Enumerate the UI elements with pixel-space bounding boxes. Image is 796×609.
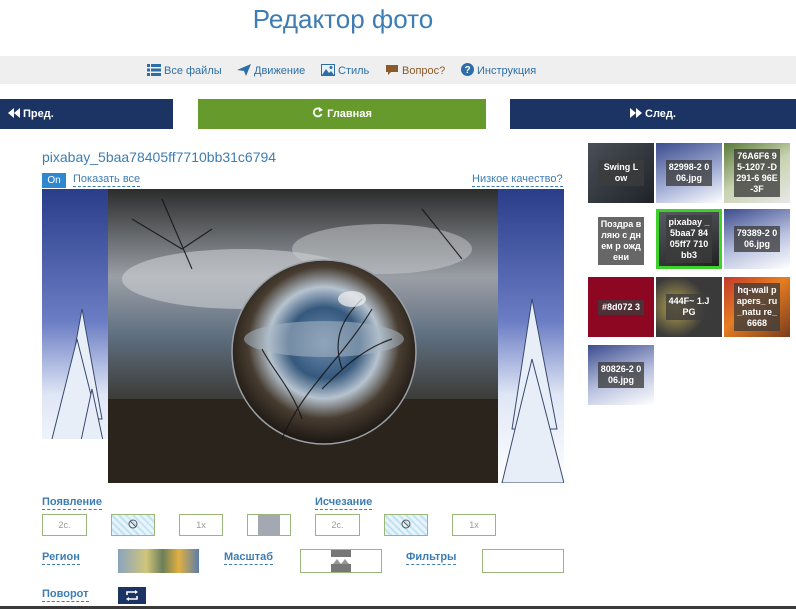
home-button-label: Главная <box>327 108 372 120</box>
disappear-effect-none[interactable] <box>384 514 428 536</box>
photo-preview[interactable] <box>42 189 564 483</box>
thumbnail-item[interactable]: 76A6F6 95-1207 -D291-6 96E-3F <box>724 143 790 203</box>
next-button-label: След. <box>645 108 676 120</box>
scale-icon <box>331 550 351 572</box>
preview-image <box>42 189 564 483</box>
region-preview[interactable] <box>118 549 199 573</box>
menu-question[interactable]: Вопрос? <box>385 63 445 79</box>
menu-all-files[interactable]: Все файлы <box>147 63 222 79</box>
low-quality-link[interactable]: Низкое качество? <box>472 173 563 187</box>
refresh-icon <box>312 107 324 121</box>
next-button[interactable]: След. <box>510 99 796 129</box>
scale-preview[interactable] <box>300 549 382 573</box>
filters-preview[interactable] <box>482 549 564 573</box>
help-icon: ? <box>461 63 474 79</box>
thumbnail-item[interactable]: 82998-2 006.jpg <box>656 143 722 203</box>
thumbnail-item[interactable]: hq-wall papers_ ru_natu re_6668 <box>724 277 790 337</box>
chat-icon <box>385 64 399 79</box>
rotate-button[interactable] <box>118 587 146 604</box>
thumbnail-item[interactable]: 444F~ 1.JPG <box>656 277 722 337</box>
menu-motion-label: Движение <box>254 65 306 77</box>
thumbnail-caption: 79389-2 006.jpg <box>734 226 780 252</box>
fast-forward-icon <box>630 107 642 121</box>
thumbnail-item-selected[interactable]: pixabay _5baa7 8405ff7 710bb3 <box>656 209 722 269</box>
region-label[interactable]: Регион <box>42 551 80 565</box>
thumbnail-caption: Swing L ow <box>598 160 644 186</box>
prev-button-label: Пред. <box>23 108 54 120</box>
thumbnail-item[interactable]: #8d072 3 <box>588 277 654 337</box>
thumbnail-item[interactable]: Поздра вляю с днем р ождени <box>588 211 654 271</box>
scale-label[interactable]: Масштаб <box>224 551 274 565</box>
thumbnail-item[interactable]: Swing L ow <box>588 143 654 203</box>
disappear-speed[interactable]: 1x <box>452 514 496 536</box>
menu-all-files-label: Все файлы <box>164 65 222 77</box>
thumbnail-caption: pixabay _5baa7 8405ff7 710bb3 <box>666 215 712 263</box>
rotate-icon <box>126 590 138 601</box>
appear-speed[interactable]: 1x <box>179 514 223 536</box>
page-title: Редактор фото <box>252 4 434 34</box>
no-entry-icon <box>401 519 411 531</box>
top-menu: Все файлы Движение Стиль Вопрос? ? Инстр… <box>0 56 796 84</box>
image-icon <box>321 63 335 79</box>
send-icon <box>237 63 251 79</box>
menu-style-label: Стиль <box>338 65 370 77</box>
color-swatch <box>258 515 280 535</box>
menu-style[interactable]: Стиль <box>321 63 369 79</box>
disappear-label[interactable]: Исчезание <box>315 496 373 510</box>
menu-instructions[interactable]: ? Инструкция <box>461 63 536 79</box>
home-button[interactable]: Главная <box>198 99 486 129</box>
thumbnail-caption: 82998-2 006.jpg <box>666 160 712 186</box>
thumbnail-caption: #8d072 3 <box>598 299 644 315</box>
disappear-duration[interactable]: 2с. <box>315 514 360 536</box>
on-toggle[interactable]: On <box>42 173 66 188</box>
photo-filename: pixabay_5baa78405ff7710bb31c6794 <box>42 149 277 165</box>
filters-label[interactable]: Фильтры <box>406 551 457 565</box>
thumbnail-caption: 80826-2 006.jpg <box>598 362 644 388</box>
svg-text:?: ? <box>464 65 470 76</box>
thumbnail-item[interactable]: 79389-2 006.jpg <box>724 209 790 269</box>
thumbnail-caption: Поздра вляю с днем р ождени <box>598 217 644 265</box>
menu-motion[interactable]: Движение <box>237 63 305 79</box>
show-all-link[interactable]: Показать все <box>73 173 141 187</box>
menu-question-label: Вопрос? <box>402 65 446 77</box>
prev-button[interactable]: Пред. <box>0 99 173 129</box>
thumbnail-item[interactable]: 80826-2 006.jpg <box>588 345 654 405</box>
menu-instructions-label: Инструкция <box>477 65 537 77</box>
thumbnail-caption: hq-wall papers_ ru_natu re_6668 <box>734 283 780 331</box>
appear-duration[interactable]: 2с. <box>42 514 87 536</box>
appear-label[interactable]: Появление <box>42 496 103 510</box>
appear-effect-none[interactable] <box>111 514 155 536</box>
appear-color[interactable] <box>247 514 291 536</box>
thumbnail-caption: 76A6F6 95-1207 -D291-6 96E-3F <box>734 149 780 197</box>
thumbnail-caption: 444F~ 1.JPG <box>666 294 712 320</box>
no-entry-icon <box>128 519 138 531</box>
rewind-icon <box>8 107 20 121</box>
rotate-label[interactable]: Поворот <box>42 588 89 602</box>
list-icon <box>147 63 161 79</box>
